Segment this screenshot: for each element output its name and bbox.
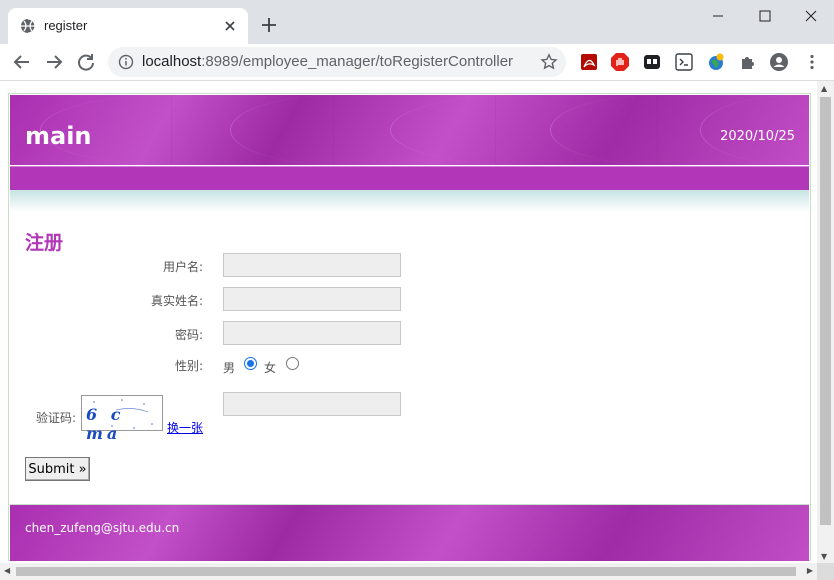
scroll-down-icon[interactable]: ▼ (821, 552, 827, 561)
reload-icon[interactable] (74, 50, 98, 74)
minimize-icon[interactable] (703, 4, 733, 28)
back-arrow-icon[interactable] (10, 50, 34, 74)
realname-field[interactable] (223, 287, 401, 311)
forward-arrow-icon[interactable] (42, 50, 66, 74)
gender-female-label: 女 (264, 361, 277, 375)
captcha-text: 6 c ma (86, 405, 125, 443)
terminal-extension-icon[interactable] (674, 52, 694, 72)
browser-toolbar: localhost:8989/employee_manager/toRegist… (0, 44, 834, 80)
vertical-scrollbar[interactable]: ▲ ▼ (817, 81, 834, 563)
globe-extension-icon[interactable] (706, 52, 726, 72)
info-icon[interactable] (118, 54, 134, 70)
scroll-up-icon[interactable]: ▲ (821, 84, 827, 93)
captcha-label: 验证码: (35, 411, 76, 425)
address-bar[interactable]: localhost:8989/employee_manager/toRegist… (108, 47, 566, 77)
horizontal-scrollbar[interactable]: ◀ ▶ (0, 563, 817, 580)
captcha-image[interactable]: 6 c ma (81, 395, 163, 443)
captcha-field[interactable] (223, 392, 401, 416)
password-label: 密码: (174, 328, 203, 342)
scroll-right-icon[interactable]: ▶ (807, 566, 813, 575)
globe-icon (21, 18, 36, 34)
gender-label: 性别: (174, 359, 203, 373)
site-header: main 2020/10/25 (10, 95, 809, 165)
submit-button[interactable]: Submit » (25, 457, 90, 481)
profile-icon[interactable] (769, 52, 789, 72)
puzzle-icon[interactable] (738, 52, 758, 72)
page-viewport: main 2020/10/25 注册 用户名: 真实姓名: 密码: 性别: 男 … (0, 81, 834, 580)
nav-glow (10, 190, 809, 212)
footer-email: chen_zufeng@sjtu.edu.cn (25, 521, 180, 535)
site-logo[interactable]: main (25, 122, 92, 150)
tab-strip: register (0, 0, 834, 44)
new-tab-icon[interactable] (258, 14, 280, 36)
pdf-extension-icon[interactable] (579, 52, 599, 72)
gender-male-radio[interactable] (244, 357, 257, 370)
username-field[interactable] (223, 253, 401, 277)
vertical-scroll-thumb[interactable] (820, 97, 831, 525)
nav-bar (10, 166, 809, 190)
tab-title: register (44, 18, 88, 33)
site-footer: chen_zufeng@sjtu.edu.cn (10, 504, 809, 561)
register-form: 注册 用户名: 真实姓名: 密码: 性别: 男 女 验证码: 6 c ma 换一… (10, 212, 809, 502)
scroll-corner (817, 563, 834, 580)
window-close-icon[interactable] (796, 4, 826, 28)
gender-male-label: 男 (223, 361, 236, 375)
url-path: :8989/employee_manager/toRegisterControl… (201, 53, 514, 70)
username-label: 用户名: (162, 260, 203, 274)
url-host: localhost (142, 53, 202, 70)
maximize-icon[interactable] (750, 4, 780, 28)
realname-label: 真实姓名: (150, 294, 203, 308)
scroll-left-icon[interactable]: ◀ (4, 566, 10, 575)
refresh-captcha-link[interactable]: 换一张 (167, 419, 203, 436)
gender-female-radio[interactable] (286, 357, 299, 370)
media-extension-icon[interactable] (642, 52, 662, 72)
close-icon[interactable] (220, 16, 240, 36)
page-container: main 2020/10/25 注册 用户名: 真实姓名: 密码: 性别: 男 … (8, 93, 811, 561)
page-title: 注册 (25, 232, 64, 254)
horizontal-scroll-thumb[interactable] (16, 567, 796, 576)
url-text[interactable]: localhost:8989/employee_manager/toRegist… (142, 53, 513, 70)
menu-dots-icon[interactable] (802, 52, 822, 72)
bookmark-star-icon[interactable] (540, 53, 558, 71)
tab-register[interactable]: register (8, 8, 248, 44)
adblock-icon[interactable] (610, 52, 630, 72)
password-field[interactable] (223, 321, 401, 345)
header-date: 2020/10/25 (720, 129, 795, 144)
